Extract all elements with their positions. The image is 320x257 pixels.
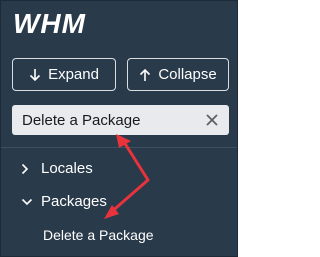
sidebar-subitem-label: Delete a Package bbox=[43, 227, 154, 243]
sidebar-item-label: Locales bbox=[41, 160, 93, 177]
search-input[interactable] bbox=[22, 111, 205, 129]
chevron-down-icon bbox=[21, 198, 33, 206]
arrow-up-icon bbox=[139, 68, 151, 82]
divider bbox=[1, 147, 237, 148]
expand-label: Expand bbox=[48, 66, 99, 83]
expand-button[interactable]: Expand bbox=[12, 58, 116, 91]
chevron-right-icon bbox=[21, 163, 33, 175]
sidebar-item-label: Packages bbox=[41, 193, 107, 210]
search-box bbox=[12, 105, 229, 135]
clear-search-button[interactable] bbox=[205, 113, 219, 127]
arrow-down-icon bbox=[29, 68, 41, 82]
whm-logo[interactable]: WHM bbox=[11, 8, 129, 42]
collapse-button[interactable]: Collapse bbox=[127, 58, 229, 91]
whm-sidebar: WHM Expand Collapse Delete a Package Loc… bbox=[0, 0, 238, 257]
close-icon bbox=[206, 114, 218, 126]
sidebar-item-packages[interactable]: Packages bbox=[21, 193, 107, 210]
sidebar-subitem-delete-a-package[interactable]: Delete a Package bbox=[43, 227, 154, 243]
sidebar-item-locales[interactable]: Locales bbox=[21, 160, 93, 177]
logo-text: WHM bbox=[13, 9, 86, 37]
collapse-label: Collapse bbox=[158, 66, 217, 83]
whm-logo-mark: WHM bbox=[13, 8, 86, 39]
